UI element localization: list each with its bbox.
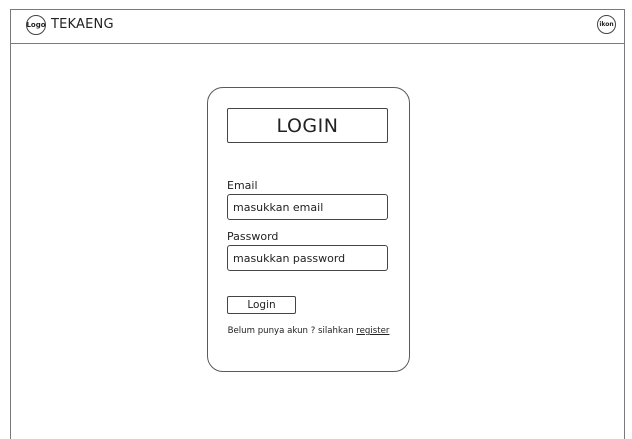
email-label: Email bbox=[227, 179, 258, 192]
register-link[interactable]: register bbox=[356, 326, 389, 336]
brand-name: TEKAENG bbox=[51, 17, 114, 32]
login-button[interactable]: Login bbox=[227, 296, 296, 314]
logo-icon[interactable]: Logo bbox=[26, 15, 46, 35]
login-card: LOGIN Email Password Login Belum punya a… bbox=[207, 87, 410, 372]
email-input[interactable] bbox=[227, 194, 388, 220]
password-label: Password bbox=[227, 230, 279, 243]
login-title: LOGIN bbox=[227, 108, 388, 143]
register-prompt-text: Belum punya akun ? silahkan bbox=[227, 326, 357, 336]
password-input[interactable] bbox=[227, 245, 388, 271]
top-navbar: Logo TEKAENG ikon bbox=[11, 10, 624, 44]
profile-icon[interactable]: ikon bbox=[597, 15, 616, 34]
register-prompt: Belum punya akun ? silahkan register bbox=[208, 326, 409, 336]
